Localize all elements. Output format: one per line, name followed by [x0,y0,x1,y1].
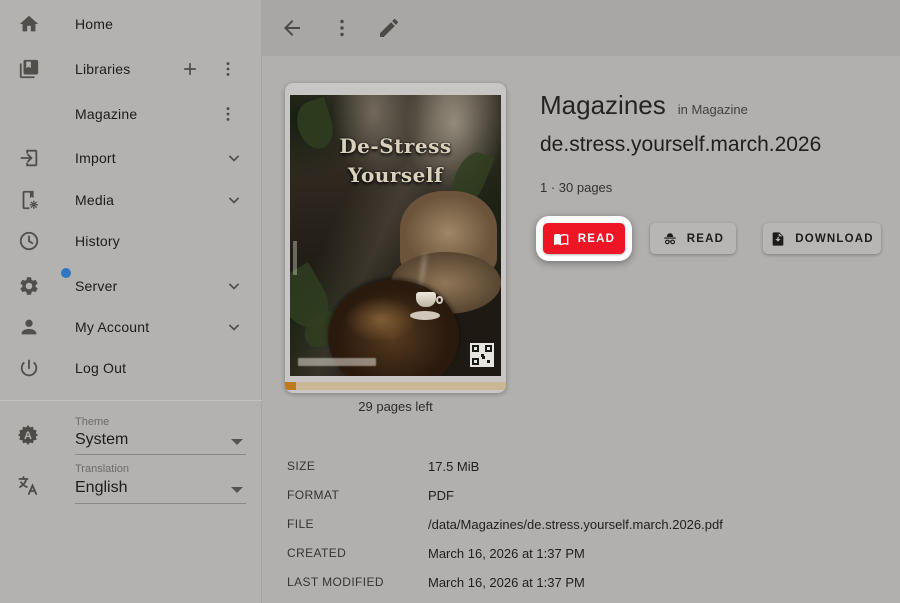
sidebar-item-label: Home [75,16,114,32]
detail-label: FILE [287,517,314,531]
theme-icon: A [16,423,40,447]
translation-value: English [75,479,128,496]
more-options-kebab-icon[interactable] [329,15,355,41]
theme-value: System [75,431,129,448]
read-progress-bar [285,382,506,390]
sidebar-item-label: My Account [75,319,150,335]
detail-value: March 16, 2026 at 1:37 PM [428,546,585,561]
detail-row-last-modified: LAST MODIFIED March 16, 2026 at 1:37 PM [287,575,887,591]
open-book-icon [553,233,569,245]
edit-pencil-icon[interactable] [376,15,402,41]
detail-row-file: FILE /data/Magazines/de.stress.yourself.… [287,517,887,533]
sidebar-item-my-account[interactable]: My Account [0,310,262,344]
app-screen: Home Libraries Magazine Import Media His… [0,0,900,603]
sidebar-item-label: Media [75,192,115,208]
pages-info: 1 · 30 pages [540,180,613,195]
read-button-label: READ [577,232,616,245]
sidebar-item-label: History [75,233,120,249]
detail-value: /data/Magazines/de.stress.yourself.march… [428,517,723,532]
sidebar-item-history[interactable]: History [0,224,262,258]
sidebar-item-import[interactable]: Import [0,141,262,175]
person-icon [17,315,41,339]
detail-row-created: CREATED March 16, 2026 at 1:37 PM [287,546,887,562]
magazine-kebab-icon[interactable] [215,101,241,127]
detail-row-size: SIZE 17.5 MiB [287,459,887,475]
detail-label: LAST MODIFIED [287,575,384,589]
sidebar-item-home[interactable]: Home [0,7,262,41]
cover-cup-handle [435,295,443,304]
detail-value: 17.5 MiB [428,459,480,474]
read-progress-fill [285,382,296,390]
dropdown-arrow-icon [231,439,243,445]
detail-value: PDF [428,488,454,503]
download-file-icon [772,231,784,246]
power-icon [17,356,41,380]
back-arrow-icon[interactable] [279,15,305,41]
sidebar-item-log-out[interactable]: Log Out [0,351,262,385]
sidebar: Home Libraries Magazine Import Media His… [0,0,262,603]
incognito-icon [663,232,676,244]
select-underline [75,503,246,504]
select-underline [75,454,246,455]
detail-label: FORMAT [287,488,340,502]
dropdown-arrow-icon [231,487,243,493]
download-button[interactable]: DOWNLOAD [763,223,881,254]
cover-title: De-Stress Yourself [339,133,452,187]
server-settings-icon [17,268,71,298]
item-title: de.stress.yourself.march.2026 [540,133,822,156]
detail-value: March 16, 2026 at 1:37 PM [428,575,585,590]
chevron-down-icon [224,276,244,296]
sidebar-item-label: Magazine [75,106,138,122]
read-incognito-button[interactable]: READ [650,223,736,254]
sidebar-item-libraries[interactable]: Libraries [0,52,262,86]
sidebar-item-label: Libraries [75,61,131,77]
chevron-down-icon [224,148,244,168]
sidebar-item-label: Import [75,150,116,166]
home-icon [17,12,41,36]
cover-image: De-Stress Yourself [290,95,501,376]
theme-label: Theme [75,416,110,428]
detail-label: CREATED [287,546,347,560]
notification-dot [61,268,71,278]
cover-card[interactable]: De-Stress Yourself [285,83,506,393]
pages-left-text: 29 pages left [358,399,433,414]
cover-qr-code [470,343,494,367]
cover-spine-decor [293,241,297,276]
libraries-icon [17,57,41,81]
cover-table-sheen [344,297,417,343]
read-incognito-button-label: READ [686,232,725,245]
add-library-icon[interactable] [177,56,203,82]
translate-icon [16,474,40,498]
toolbar [262,0,900,56]
sidebar-item-label: Log Out [75,360,127,376]
media-settings-icon [17,188,41,212]
cover-coffee-cup [415,291,436,307]
download-button-label: DOWNLOAD [795,232,874,245]
sidebar-item-label: Server [75,278,118,294]
detail-label: SIZE [287,459,316,473]
sidebar-item-media[interactable]: Media [0,183,262,217]
cover-masthead-decor [298,358,376,366]
translation-select[interactable]: Translation English [0,460,262,506]
series-title-line: Magazines in Magazine [540,90,748,121]
sidebar-divider [0,400,262,401]
chevron-down-icon [224,190,244,210]
history-icon [17,229,41,253]
sidebar-item-server[interactable]: Server [0,268,262,303]
series-title[interactable]: Magazines [540,90,666,121]
translation-label: Translation [75,463,130,475]
libraries-kebab-icon[interactable] [215,56,241,82]
chevron-down-icon [224,317,244,337]
series-context: in Magazine [677,102,748,117]
svg-text:A: A [24,430,32,442]
detail-row-format: FORMAT PDF [287,488,887,504]
import-icon [17,146,41,170]
sidebar-item-magazine[interactable]: Magazine [0,97,262,131]
read-button[interactable]: READ [543,223,625,254]
theme-select[interactable]: A Theme System [0,413,262,457]
